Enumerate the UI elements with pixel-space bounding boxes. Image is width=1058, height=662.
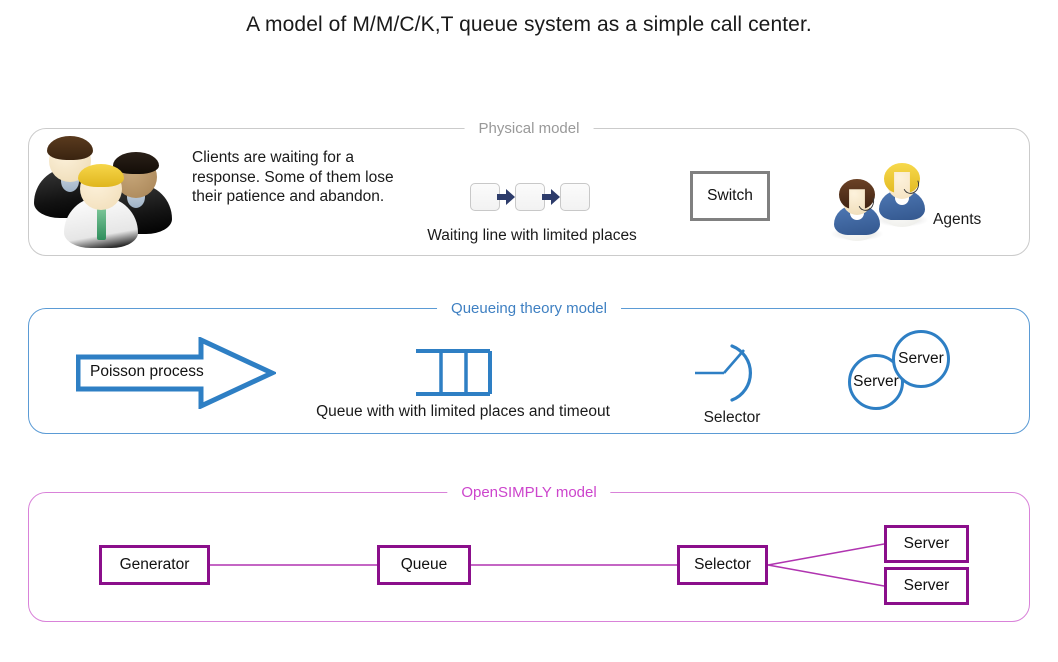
opensimply-panel-legend: OpenSIMPLY model [447,482,611,502]
opensimply-node-server-top[interactable]: Server [884,525,969,563]
generator-label: Generator [119,556,190,573]
avatar-tie [97,208,106,240]
page-title: A model of M/M/C/K,T queue system as a s… [246,13,812,36]
opensimply-node-server-bottom[interactable]: Server [884,567,969,605]
opensimply-node-selector[interactable]: Selector [677,545,768,585]
waiting-line-symbol [470,183,590,211]
avatar-hair [47,136,93,160]
switch-box: Switch [690,171,770,221]
queue-symbol [416,349,492,396]
server-circle-front-label: Server [898,350,944,367]
clients-description: Clients are waiting for a response. Some… [192,149,394,205]
waiting-line-place-3 [560,183,590,211]
server-circle-back-label: Server [853,373,899,390]
waiting-line-caption: Waiting line with limited places [427,227,637,244]
physical-panel-legend: Physical model [464,118,594,138]
queue-label: Queue [400,556,448,573]
opensimply-node-queue[interactable]: Queue [377,545,471,585]
queueing-panel-legend: Queueing theory model [437,298,621,318]
agents-label: Agents [933,211,982,228]
opensimply-node-generator[interactable]: Generator [99,545,210,585]
servers-circles: Server Server [848,330,974,410]
agent-avatar-2 [872,163,932,227]
waiting-line-place-1 [470,183,500,211]
selector-symbol [695,344,753,402]
server-bottom-label: Server [903,577,950,594]
avatar-hair [78,164,124,187]
selector-caption: Selector [703,409,761,426]
agents-avatars [828,163,938,241]
switch-label: Switch [707,187,753,204]
poisson-process-label: Poisson process [90,363,204,380]
client-avatar-3 [64,164,138,248]
server-top-label: Server [903,535,950,552]
clients-avatars [28,134,178,248]
waiting-line-arrow-2 [542,189,560,205]
waiting-line-arrow-1 [497,189,515,205]
server-circle-front: Server [892,330,950,388]
selector-label: Selector [694,556,751,573]
waiting-line-place-2 [515,183,545,211]
queue-caption: Queue with with limited places and timeo… [316,403,610,420]
